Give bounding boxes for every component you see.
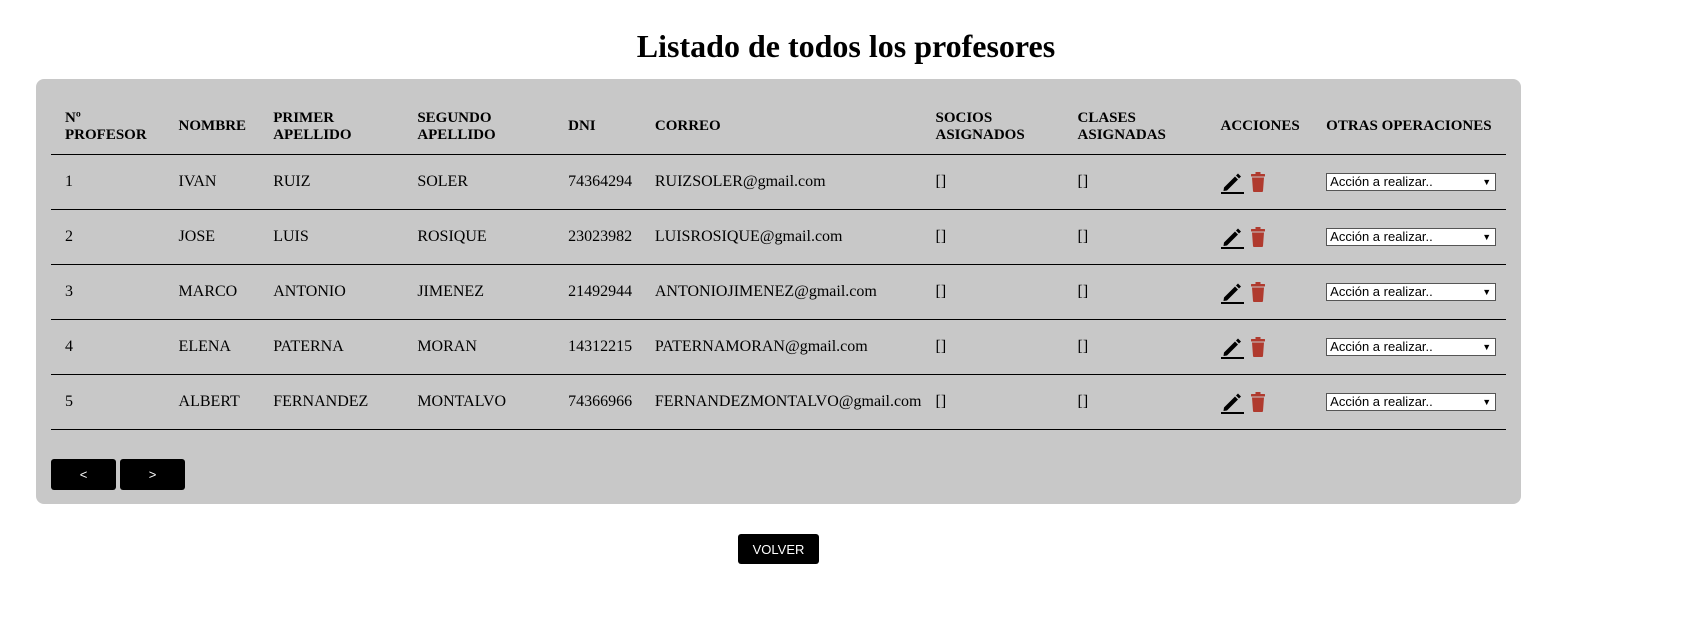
- cell-primer-apellido: RUIZ: [259, 154, 404, 210]
- back-button[interactable]: VOLVER: [738, 534, 819, 564]
- cell-dni: 74364294: [554, 154, 641, 210]
- cell-segundo-apellido: JIMENEZ: [403, 264, 555, 320]
- next-page-button[interactable]: >: [120, 459, 185, 490]
- cell-dni: 14312215: [554, 319, 641, 375]
- header-otras-operaciones: OTRAS OPERACIONES: [1312, 99, 1506, 155]
- cell-socios: []: [921, 154, 1064, 210]
- cell-otras-operaciones: Acción a realizar.. ▼: [1312, 209, 1506, 265]
- page-title: Listado de todos los profesores: [636, 28, 1056, 64]
- action-select-value: Acción a realizar..: [1330, 284, 1433, 299]
- action-select[interactable]: Acción a realizar.. ▼: [1326, 228, 1497, 246]
- cell-otras-operaciones: Acción a realizar.. ▼: [1312, 319, 1506, 375]
- cell-otras-operaciones: Acción a realizar.. ▼: [1312, 154, 1506, 210]
- cell-correo: ANTONIOJIMENEZ@gmail.com: [640, 264, 922, 320]
- table-row: 1 IVAN RUIZ SOLER 74364294 RUIZSOLER@gma…: [51, 154, 1506, 210]
- pencil-icon[interactable]: [1220, 390, 1245, 414]
- cell-primer-apellido: ANTONIO: [259, 264, 404, 320]
- cell-acciones: [1206, 154, 1313, 210]
- pencil-icon[interactable]: [1220, 335, 1245, 359]
- header-clases: CLASES ASIGNADAS: [1063, 99, 1207, 155]
- header-correo: CORREO: [640, 99, 922, 155]
- cell-clases: []: [1063, 154, 1207, 210]
- cell-nombre: MARCO: [164, 264, 260, 320]
- cell-segundo-apellido: SOLER: [403, 154, 555, 210]
- trash-icon[interactable]: [1250, 337, 1266, 357]
- cell-dni: 21492944: [554, 264, 641, 320]
- pencil-icon[interactable]: [1220, 225, 1245, 249]
- cell-num: 4: [51, 319, 165, 375]
- dropdown-caret-icon: ▼: [1482, 287, 1492, 297]
- pencil-icon[interactable]: [1220, 170, 1245, 194]
- header-primer-apellido: PRIMER APELLIDO: [259, 99, 404, 155]
- dropdown-caret-icon: ▼: [1482, 232, 1492, 242]
- cell-segundo-apellido: MORAN: [403, 319, 555, 375]
- cell-segundo-apellido: ROSIQUE: [403, 209, 555, 265]
- action-select-value: Acción a realizar..: [1330, 339, 1433, 354]
- dropdown-caret-icon: ▼: [1482, 342, 1492, 352]
- table-row: 3 MARCO ANTONIO JIMENEZ 21492944 ANTONIO…: [51, 264, 1506, 320]
- cell-clases: []: [1063, 319, 1207, 375]
- cell-socios: []: [921, 209, 1064, 265]
- cell-nombre: JOSE: [164, 209, 260, 265]
- action-select[interactable]: Acción a realizar.. ▼: [1326, 283, 1497, 301]
- cell-primer-apellido: PATERNA: [259, 319, 404, 375]
- cell-socios: []: [921, 319, 1064, 375]
- cell-clases: []: [1063, 209, 1207, 265]
- cell-socios: []: [921, 264, 1064, 320]
- cell-correo: PATERNAMORAN@gmail.com: [640, 319, 922, 375]
- dropdown-caret-icon: ▼: [1482, 177, 1492, 187]
- trash-icon[interactable]: [1250, 227, 1266, 247]
- cell-correo: RUIZSOLER@gmail.com: [640, 154, 922, 210]
- trash-icon[interactable]: [1250, 172, 1266, 192]
- pencil-icon[interactable]: [1220, 280, 1245, 304]
- cell-num: 2: [51, 209, 165, 265]
- table-row: 4 ELENA PATERNA MORAN 14312215 PATERNAMO…: [51, 319, 1506, 375]
- cell-dni: 74366966: [554, 374, 641, 430]
- cell-acciones: [1206, 209, 1313, 265]
- cell-num: 3: [51, 264, 165, 320]
- cell-clases: []: [1063, 264, 1207, 320]
- dropdown-caret-icon: ▼: [1482, 397, 1492, 407]
- header-dni: DNI: [554, 99, 641, 155]
- cell-nombre: ELENA: [164, 319, 260, 375]
- action-select-value: Acción a realizar..: [1330, 174, 1433, 189]
- header-socios: SOCIOS ASIGNADOS: [921, 99, 1064, 155]
- action-select[interactable]: Acción a realizar.. ▼: [1326, 393, 1497, 411]
- cell-acciones: [1206, 374, 1313, 430]
- cell-nombre: ALBERT: [164, 374, 260, 430]
- cell-primer-apellido: LUIS: [259, 209, 404, 265]
- header-segundo-apellido: SEGUNDO APELLIDO: [403, 99, 555, 155]
- cell-segundo-apellido: MONTALVO: [403, 374, 555, 430]
- action-select-value: Acción a realizar..: [1330, 394, 1433, 409]
- cell-otras-operaciones: Acción a realizar.. ▼: [1312, 264, 1506, 320]
- action-select[interactable]: Acción a realizar.. ▼: [1326, 338, 1497, 356]
- action-select-value: Acción a realizar..: [1330, 229, 1433, 244]
- trash-icon[interactable]: [1250, 392, 1266, 412]
- cell-num: 5: [51, 374, 165, 430]
- header-num: Nº PROFESOR: [51, 99, 165, 155]
- trash-icon[interactable]: [1250, 282, 1266, 302]
- teachers-panel: Nº PROFESOR NOMBRE PRIMER APELLIDO SEGUNDO…: [36, 79, 1521, 504]
- header-nombre: NOMBRE: [164, 99, 260, 155]
- cell-acciones: [1206, 319, 1313, 375]
- cell-correo: LUISROSIQUE@gmail.com: [640, 209, 922, 265]
- action-select[interactable]: Acción a realizar.. ▼: [1326, 173, 1497, 191]
- cell-nombre: IVAN: [164, 154, 260, 210]
- cell-socios: []: [921, 374, 1064, 430]
- table-header-row: Nº PROFESOR NOMBRE PRIMER APELLIDO SEGUNDO…: [51, 99, 1506, 155]
- prev-page-button[interactable]: <: [51, 459, 116, 490]
- header-acciones: ACCIONES: [1206, 99, 1313, 155]
- pagination: < >: [51, 459, 185, 490]
- teachers-table: Nº PROFESOR NOMBRE PRIMER APELLIDO SEGUNDO…: [51, 99, 1506, 430]
- cell-clases: []: [1063, 374, 1207, 430]
- cell-otras-operaciones: Acción a realizar.. ▼: [1312, 374, 1506, 430]
- table-row: 2 JOSE LUIS ROSIQUE 23023982 LUISROSIQUE…: [51, 209, 1506, 265]
- cell-correo: FERNANDEZMONTALVO@gmail.com: [640, 374, 922, 430]
- cell-primer-apellido: FERNANDEZ: [259, 374, 404, 430]
- table-row: 5 ALBERT FERNANDEZ MONTALVO 74366966 FER…: [51, 374, 1506, 430]
- cell-dni: 23023982: [554, 209, 641, 265]
- cell-acciones: [1206, 264, 1313, 320]
- cell-num: 1: [51, 154, 165, 210]
